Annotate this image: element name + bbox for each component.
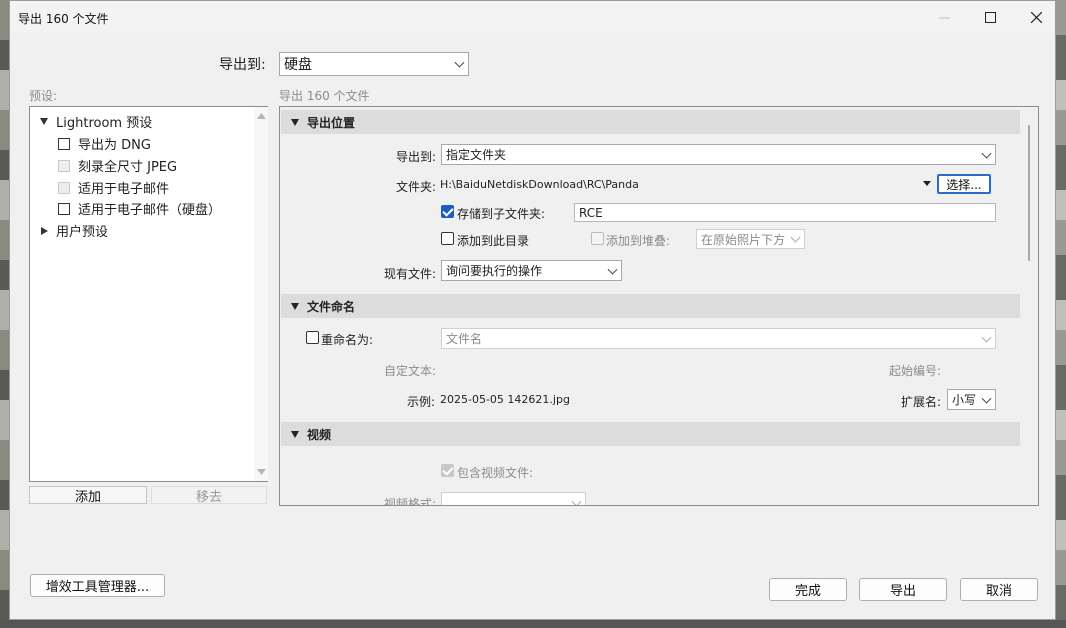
background-photo-bottom (0, 620, 1066, 628)
tree-group-user[interactable]: 用户预设 (40, 221, 108, 240)
triangle-down-icon (291, 430, 299, 438)
export-to-select[interactable]: 硬盘 (279, 52, 469, 76)
checkbox-icon (58, 137, 70, 150)
preset-item-label: 适用于电子邮件（硬盘） (78, 203, 222, 218)
add-to-stack-label: 添加到堆叠: (606, 234, 671, 248)
close-icon (1030, 11, 1042, 23)
location-export-to-select[interactable]: 指定文件夹 (441, 144, 996, 165)
extension-label: 扩展名: (901, 395, 942, 409)
tree-group-lightroom[interactable]: Lightroom 预设 (40, 112, 152, 131)
example-value: 2025-05-05 142621.jpg (440, 393, 570, 406)
location-export-to-label: 导出到: (396, 150, 437, 164)
add-preset-button[interactable]: 添加 (29, 486, 147, 505)
location-export-to-value: 指定文件夹 (446, 148, 507, 162)
remove-preset-button[interactable]: 移去 (151, 486, 267, 505)
background-photo-right (1056, 0, 1066, 628)
rename-template-value: 文件名 (446, 332, 483, 346)
preset-item[interactable]: 适用于电子邮件 (58, 178, 169, 197)
scroll-up-icon[interactable] (257, 113, 266, 119)
preset-item[interactable]: 适用于电子邮件（硬盘） (58, 199, 221, 218)
example-label: 示例: (407, 395, 436, 409)
minimize-icon (938, 17, 950, 18)
tree-group-label: Lightroom 预设 (56, 116, 153, 131)
folder-path: H:\BaiduNetdiskDownload\RC\Panda (440, 178, 639, 191)
section-video[interactable]: 视频 (281, 422, 1020, 446)
triangle-down-icon (291, 118, 299, 126)
subfolder-input[interactable]: RCE (574, 203, 996, 222)
settings-scrollbar-thumb[interactable] (1028, 125, 1030, 261)
add-to-catalog-checkbox[interactable] (441, 232, 454, 245)
export-summary: 导出 160 个文件 (279, 89, 370, 103)
cancel-button[interactable]: 取消 (960, 578, 1038, 601)
plugin-manager-button[interactable]: 增效工具管理器... (30, 574, 165, 597)
section-title: 文件命名 (307, 299, 356, 314)
add-to-stack-checkbox[interactable] (591, 232, 604, 245)
chevron-down-icon (607, 264, 618, 275)
extension-value: 小写 (952, 393, 977, 407)
triangle-down-icon (40, 118, 48, 125)
minimize-button[interactable] (921, 1, 967, 33)
folder-label: 文件夹: (396, 180, 437, 194)
existing-files-value: 询问要执行的操作 (446, 264, 543, 278)
export-dialog: 导出 160 个文件 导出到: 硬盘 预设: Lightroom 预设 导出为 … (9, 0, 1056, 620)
export-to-value: 硬盘 (284, 57, 312, 73)
scroll-down-icon[interactable] (257, 469, 266, 475)
maximize-icon (984, 11, 996, 23)
section-file-naming[interactable]: 文件命名 (281, 294, 1020, 318)
include-video-checkbox[interactable] (441, 464, 454, 477)
export-to-label: 导出到: (219, 57, 266, 73)
chevron-down-icon (981, 393, 992, 404)
existing-files-select[interactable]: 询问要执行的操作 (441, 260, 622, 281)
close-button[interactable] (1013, 1, 1059, 33)
background-photo-left (0, 0, 9, 628)
preset-item-label: 导出为 DNG (78, 138, 151, 153)
start-number-label: 起始编号: (889, 364, 942, 378)
checkbox-icon (58, 181, 70, 194)
triangle-right-icon (41, 226, 48, 235)
preset-item[interactable]: 导出为 DNG (58, 134, 151, 153)
section-title: 导出位置 (307, 115, 356, 130)
presets-label: 预设: (29, 89, 58, 103)
checkbox-icon (58, 159, 70, 172)
video-format-label: 视频格式: (384, 497, 437, 506)
preset-item-label: 刻录全尺寸 JPEG (78, 160, 178, 175)
export-button[interactable]: 导出 (859, 578, 947, 601)
subfolder-checkbox[interactable] (441, 205, 454, 218)
rename-label: 重命名为: (321, 333, 374, 347)
subfolder-value: RCE (579, 205, 603, 220)
tree-group-label: 用户预设 (56, 225, 109, 240)
custom-text-label: 自定文本: (384, 364, 437, 378)
extension-select[interactable]: 小写 (947, 389, 996, 410)
presets-scrollbar[interactable] (254, 107, 268, 481)
include-video-label: 包含视频文件: (457, 466, 534, 480)
video-format-select[interactable] (441, 492, 586, 505)
maximize-button[interactable] (967, 1, 1013, 33)
choose-folder-button[interactable]: 选择... (937, 174, 991, 194)
chevron-down-icon (454, 57, 465, 68)
section-export-location[interactable]: 导出位置 (281, 110, 1020, 134)
window-title: 导出 160 个文件 (18, 12, 109, 26)
preset-item-label: 适用于电子邮件 (78, 182, 170, 197)
title-bar: 导出 160 个文件 (10, 1, 1055, 33)
preset-item[interactable]: 刻录全尺寸 JPEG (58, 156, 177, 175)
add-to-catalog-label: 添加到此目录 (457, 234, 530, 248)
checkbox-icon (58, 202, 70, 215)
triangle-down-icon (291, 302, 299, 310)
rename-checkbox[interactable] (306, 331, 319, 344)
chevron-down-icon (790, 232, 801, 243)
settings-panel: 导出位置 导出到: 指定文件夹 文件夹: H:\BaiduNetdiskDown… (279, 106, 1039, 506)
rename-template-select[interactable]: 文件名 (441, 328, 996, 349)
chevron-down-icon (981, 332, 992, 343)
presets-tree[interactable]: Lightroom 预设 导出为 DNG 刻录全尺寸 JPEG 适用于电子邮件 … (29, 106, 268, 482)
subfolder-label: 存储到子文件夹: (457, 207, 546, 221)
existing-files-label: 现有文件: (384, 267, 437, 281)
folder-dropdown-icon[interactable] (923, 181, 931, 186)
stack-position-select[interactable]: 在原始照片下方 (696, 229, 805, 249)
stack-position-value: 在原始照片下方 (701, 232, 786, 247)
chevron-down-icon (981, 148, 992, 159)
chevron-down-icon (571, 496, 582, 505)
done-button[interactable]: 完成 (769, 578, 847, 601)
section-title: 视频 (307, 427, 332, 442)
